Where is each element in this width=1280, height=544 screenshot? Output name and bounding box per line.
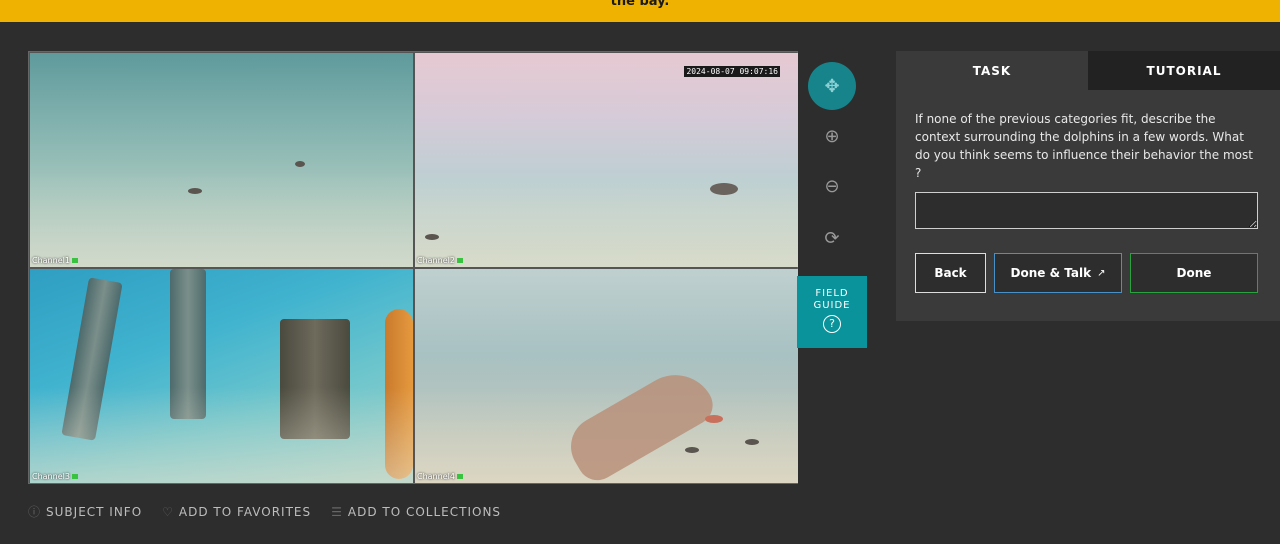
recording-icon bbox=[456, 258, 463, 263]
camera-label: Channel4 bbox=[417, 472, 463, 481]
subject-info-button[interactable]: ⓘ SUBJECT INFO bbox=[28, 503, 142, 520]
task-tabs: TASK TUTORIAL bbox=[896, 51, 1280, 90]
recording-icon bbox=[71, 474, 78, 479]
external-link-icon: ↗ bbox=[1097, 267, 1106, 279]
recording-icon bbox=[456, 474, 463, 479]
tab-task[interactable]: TASK bbox=[896, 51, 1088, 90]
subject-viewer[interactable]: Channel1 2024-08-07 09:07:16 Channel2 Ch… bbox=[28, 51, 798, 484]
camera-feed-1: Channel1 bbox=[30, 53, 413, 267]
camera-label: Channel3 bbox=[32, 472, 78, 481]
add-to-favorites-button[interactable]: ♡ ADD TO FAVORITES bbox=[162, 503, 311, 520]
recording-icon bbox=[71, 258, 78, 263]
task-question: If none of the previous categories fit, … bbox=[915, 112, 1253, 180]
field-guide-label-1: FIELD bbox=[815, 288, 849, 299]
zoom-in-icon[interactable]: ⊕ bbox=[808, 112, 856, 160]
answer-textarea[interactable] bbox=[915, 192, 1258, 229]
fish bbox=[705, 415, 723, 423]
heart-icon: ♡ bbox=[162, 504, 174, 519]
subject-meta-bar: ⓘ SUBJECT INFO ♡ ADD TO FAVORITES ☰ ADD … bbox=[28, 503, 501, 520]
camera-feed-3: Channel3 bbox=[30, 269, 413, 483]
banner-text: the bay. bbox=[610, 0, 670, 9]
fish bbox=[745, 439, 759, 445]
add-to-collections-button[interactable]: ☰ ADD TO COLLECTIONS bbox=[331, 503, 501, 520]
zoom-out-icon[interactable]: ⊖ bbox=[808, 162, 856, 210]
fish bbox=[685, 447, 699, 453]
back-button[interactable]: Back bbox=[915, 253, 986, 293]
fish bbox=[188, 188, 202, 194]
help-icon: ? bbox=[823, 315, 841, 333]
info-icon: ⓘ bbox=[28, 505, 42, 519]
field-guide-button[interactable]: FIELD GUIDE ? bbox=[797, 276, 867, 348]
list-icon: ☰ bbox=[331, 504, 343, 519]
task-panel: TASK TUTORIAL If none of the previous ca… bbox=[896, 51, 1280, 321]
announcement-banner: the bay. bbox=[0, 0, 1280, 22]
camera-feed-4: Channel4 bbox=[415, 269, 798, 483]
camera-label: Channel1 bbox=[32, 256, 78, 265]
camera-label: Channel2 bbox=[417, 256, 463, 265]
fish bbox=[295, 161, 305, 167]
done-and-talk-button[interactable]: Done & Talk ↗ bbox=[994, 253, 1122, 293]
tab-tutorial[interactable]: TUTORIAL bbox=[1088, 51, 1280, 90]
field-guide-label-2: GUIDE bbox=[813, 300, 851, 311]
fish bbox=[710, 183, 738, 195]
reset-icon[interactable]: ⟳ bbox=[808, 214, 856, 262]
camera-feed-2: 2024-08-07 09:07:16 Channel2 bbox=[415, 53, 798, 267]
camera-timestamp: 2024-08-07 09:07:16 bbox=[684, 66, 780, 77]
move-icon[interactable]: ✥ bbox=[808, 62, 856, 110]
fish bbox=[425, 234, 439, 240]
done-button[interactable]: Done bbox=[1130, 253, 1258, 293]
